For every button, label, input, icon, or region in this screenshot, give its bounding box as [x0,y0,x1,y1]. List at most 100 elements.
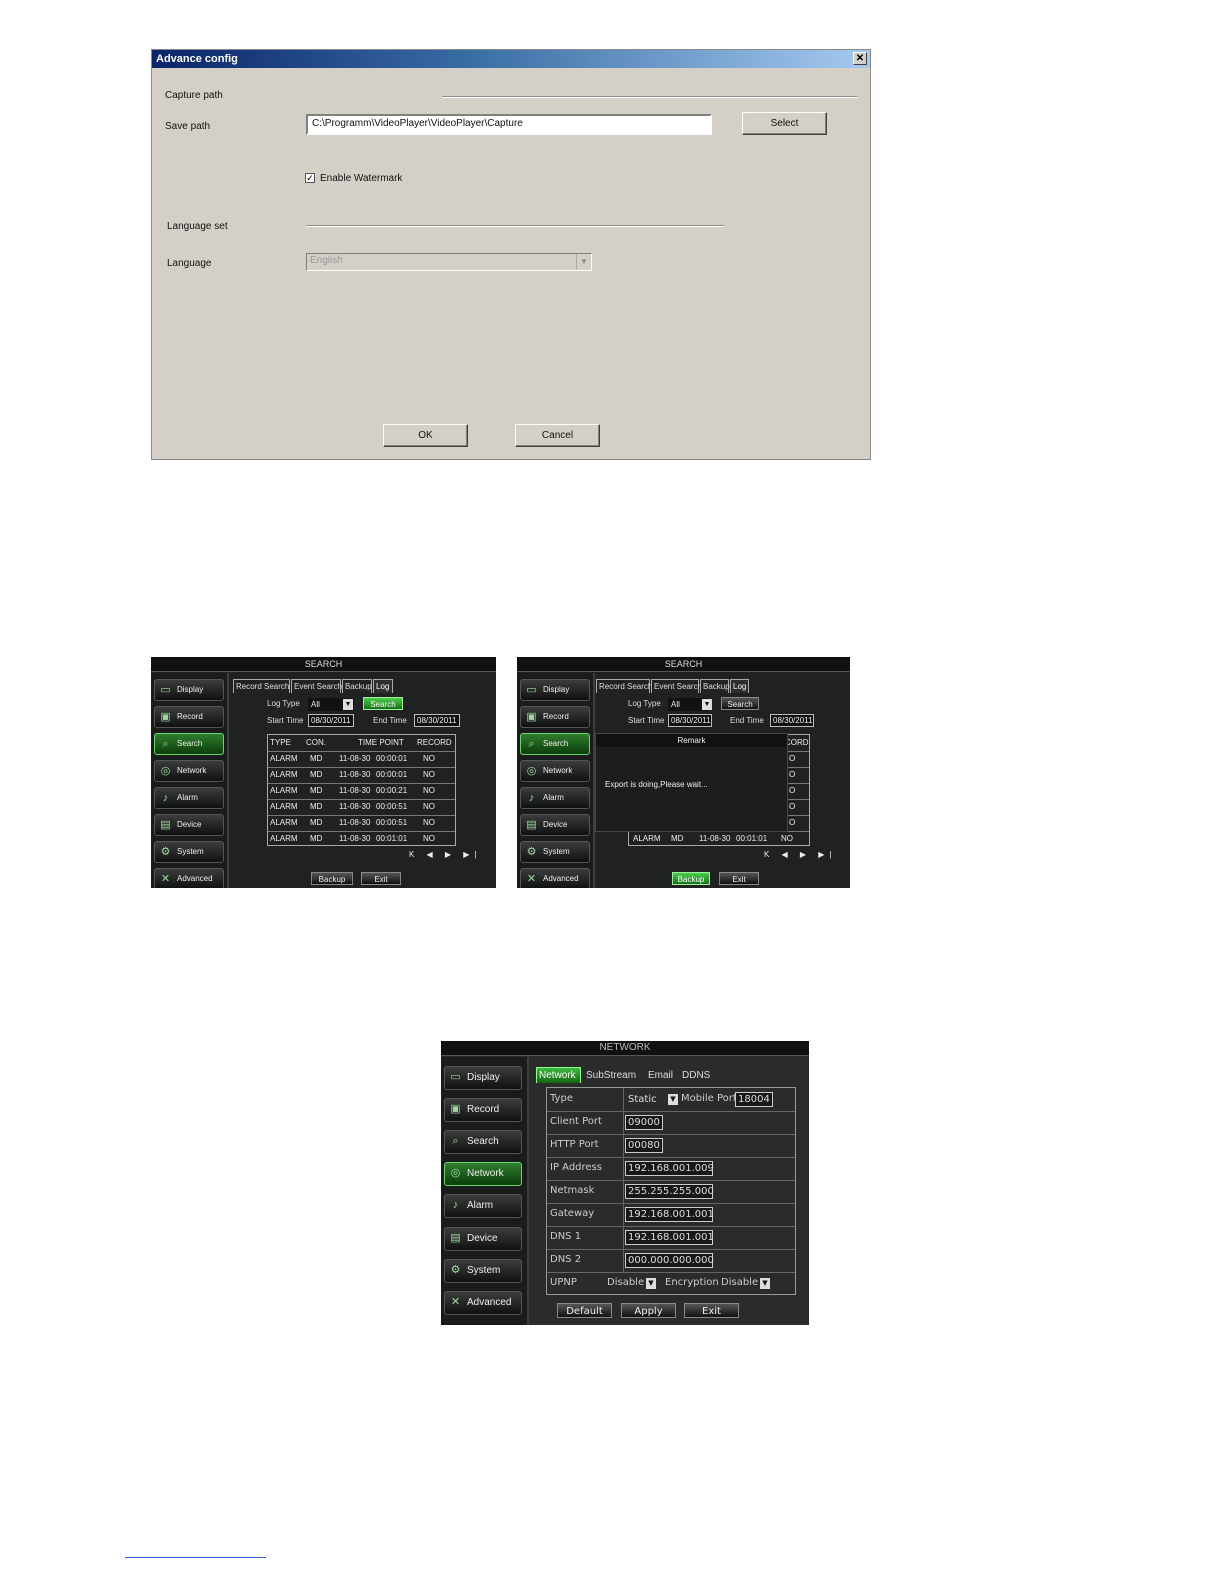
device-icon: ▤ [160,819,171,831]
end-time-field[interactable]: 08/30/2011 [770,714,814,727]
tab-record-search[interactable]: Record Search [596,679,652,693]
sidebar-item-display[interactable]: ▭ Display [520,679,590,701]
dns2-field[interactable]: 000.000.000.000 [625,1253,714,1268]
chevron-down-icon[interactable]: ▼ [668,1094,678,1105]
dns1-field[interactable]: 192.168.001.001 [625,1230,714,1245]
tab-ddns[interactable]: DDNS [679,1067,715,1083]
netmask-field[interactable]: 255.255.255.000 [625,1184,714,1199]
http-port-field[interactable]: 00080 [625,1138,663,1153]
tab-event-search[interactable]: Event Search [291,679,342,693]
language-select[interactable]: English ▼ [306,253,592,271]
gateway-row: Gateway 192.168.001.001 [547,1203,795,1227]
tab-network[interactable]: Network [536,1067,581,1083]
sidebar-item-network[interactable]: ◎ Network [520,760,590,782]
pagination-controls[interactable]: K ◀ ▶ ▶| [764,850,837,859]
start-time-field[interactable]: 08/30/2011 [668,714,712,727]
dns2-row: DNS 2 000.000.000.000 [547,1249,795,1273]
client-port-field[interactable]: 09000 [625,1115,663,1130]
tab-bar: Network SubStream Email DDNS [536,1067,806,1083]
sidebar-item-advanced[interactable]: ✕ Advanced [444,1291,522,1315]
mobile-port-field[interactable]: 18004 [735,1092,773,1107]
ip-address-field[interactable]: 192.168.001.009 [625,1161,714,1176]
sidebar-item-record[interactable]: ▣ Record [520,706,590,728]
start-time-field[interactable]: 08/30/2011 [308,714,354,727]
table-row[interactable]: ALARM MD 11-08-30 00:00:01 NO [268,751,455,768]
language-value: English [310,255,343,266]
tab-record-search[interactable]: Record Search [233,679,290,693]
capture-path-divider [442,96,857,98]
chevron-down-icon[interactable]: ▼ [343,699,353,710]
backup-button[interactable]: Backup [311,872,353,885]
search-button[interactable]: Search [721,697,759,710]
sidebar-item-search[interactable]: ⌕ Search [154,733,224,755]
language-set-label: Language set [167,221,228,232]
tab-backup[interactable]: Backup [342,679,372,693]
backup-button[interactable]: Backup [672,872,710,885]
chevron-down-icon[interactable]: ▼ [760,1278,770,1289]
search-icon: ⌕ [162,738,169,750]
encryption-select[interactable]: Disable [721,1272,758,1294]
watermark-checkbox[interactable]: ✓ [305,173,315,183]
advance-config-dialog: Advance config ✕ Capture path Save path … [151,49,871,460]
search-screen-log: SEARCH ▭ Display ▣ Record ⌕ Search ◎ Network… [151,657,496,888]
save-path-field[interactable]: C:\Programm\VideoPlayer\VideoPlayer\Capt… [306,114,712,135]
sidebar-item-advanced[interactable]: ✕ Advanced [154,868,224,888]
sidebar-item-display[interactable]: ▭ Display [444,1066,522,1090]
tab-log[interactable]: Log [373,679,393,693]
table-row[interactable]: ALARM MD 11-08-30 00:00:01 NO [268,767,455,784]
exit-button[interactable]: Exit [361,872,401,885]
sidebar-item-search[interactable]: ⌕ Search [520,733,590,755]
table-row[interactable]: ALARM MD 11-08-30 00:01:01 NO [268,831,455,847]
sidebar-item-alarm[interactable]: ♪ Alarm [154,787,224,809]
sidebar-item-alarm[interactable]: ♪ Alarm [444,1194,522,1218]
close-icon[interactable]: ✕ [853,52,867,65]
table-row[interactable]: ALARM MD 11-08-30 00:00:51 NO [268,799,455,816]
gateway-field[interactable]: 192.168.001.001 [625,1207,714,1222]
language-label: Language [167,258,212,269]
ok-button[interactable]: OK [383,424,468,447]
chevron-down-icon[interactable]: ▼ [576,254,591,270]
globe-icon: ◎ [160,765,171,777]
sidebar-item-search[interactable]: ⌕ Search [444,1130,522,1154]
sidebar-item-device[interactable]: ▤ Device [444,1227,522,1251]
type-select[interactable]: Static [625,1092,669,1107]
end-time-label: End Time [373,716,407,725]
tab-log[interactable]: Log [730,679,749,693]
search-button[interactable]: Search [363,697,403,710]
exit-button[interactable]: Exit [684,1303,739,1318]
sidebar-item-system[interactable]: ⚙ System [154,841,224,863]
table-row[interactable]: ALARM MD 11-08-30 00:00:21 NO [268,783,455,800]
default-button[interactable]: Default [557,1303,612,1318]
sidebar-item-system[interactable]: ⚙ System [444,1259,522,1283]
table-row[interactable]: ALARM MD 11-08-30 00:00:51 NO [268,815,455,832]
sidebar-item-system[interactable]: ⚙ System [520,841,590,863]
sidebar-item-record[interactable]: ▣ Record [154,706,224,728]
apply-button[interactable]: Apply [621,1303,676,1318]
sidebar-item-advanced[interactable]: ✕ Advanced [520,868,590,888]
sidebar-item-device[interactable]: ▤ Device [520,814,590,836]
exit-button[interactable]: Exit [719,872,759,885]
tab-email[interactable]: Email [645,1067,677,1083]
sidebar-item-device[interactable]: ▤ Device [154,814,224,836]
mobile-port-label: Mobile Port [681,1093,737,1104]
cancel-button[interactable]: Cancel [515,424,600,447]
upnp-select[interactable]: Disable [607,1272,644,1294]
chevron-down-icon[interactable]: ▼ [702,699,712,710]
table-row[interactable]: ALARM MD 11-08-30 00:01:01 NO [629,831,809,847]
sidebar-item-record[interactable]: ▣ Record [444,1098,522,1122]
log-table: TYPE CON. TIME POINT RECORD ALARM MD 11-08… [267,734,456,846]
sidebar-item-network[interactable]: ◎ Network [154,760,224,782]
end-time-field[interactable]: 08/30/2011 [414,714,460,727]
watermark-label: Enable Watermark [320,173,403,184]
pagination-controls[interactable]: K ◀ ▶ ▶| [409,850,482,859]
sidebar-item-alarm[interactable]: ♪ Alarm [520,787,590,809]
tab-backup[interactable]: Backup [700,679,730,693]
sidebar-item-display[interactable]: ▭ Display [154,679,224,701]
dialog-title: Advance config [156,53,238,65]
tab-substream[interactable]: SubStream [583,1067,643,1083]
tab-event-search[interactable]: Event Search [651,679,702,693]
chevron-down-icon[interactable]: ▼ [646,1278,656,1289]
type-label: Type [550,1093,573,1104]
sidebar-item-network[interactable]: ◎ Network [444,1162,522,1186]
select-button[interactable]: Select [742,112,827,135]
